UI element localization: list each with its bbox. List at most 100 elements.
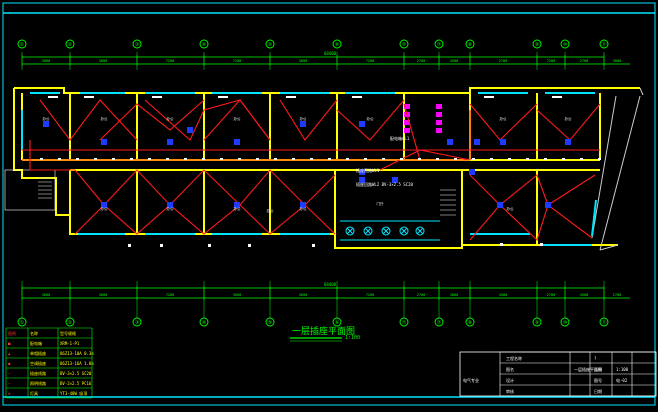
stair-left xyxy=(4,169,56,211)
axis-label: ⑦ xyxy=(402,320,407,326)
corridor-symbol xyxy=(436,158,439,160)
socket-outlet xyxy=(469,169,475,175)
dim-text: 4500 xyxy=(450,59,458,63)
dim-text: 3600 xyxy=(299,59,307,63)
room-label: 办公 xyxy=(500,116,508,121)
legend-cell: ■ xyxy=(8,341,11,346)
axis-label: ④ xyxy=(202,320,207,326)
dim-text: 7200 xyxy=(166,59,174,63)
circuit-wire xyxy=(74,169,205,206)
corridor-symbol xyxy=(364,158,367,160)
legend-cell: 插座线路 xyxy=(30,370,46,376)
room-label: 办公 xyxy=(300,116,308,121)
circuit-wire xyxy=(39,99,138,141)
legend-cell: YT3-40W 吸顶 xyxy=(60,391,87,396)
legend-cell: ⊗ xyxy=(8,391,11,396)
axis-label: ⑦ xyxy=(437,42,442,48)
note-panel: 配电箱AL1 xyxy=(390,135,410,141)
corridor-symbol xyxy=(94,158,97,160)
legend-cell: XRM-1-P1 xyxy=(60,341,80,346)
socket-outlet xyxy=(300,121,306,127)
dim-text: 2700 xyxy=(547,293,555,297)
room-label: 办公 xyxy=(507,206,515,211)
corridor-symbol xyxy=(490,158,493,160)
wall-box xyxy=(484,96,494,98)
legend-cell: — xyxy=(8,371,11,376)
note-circuit-2: 插座回路WL2 BV-3×2.5 SC20 xyxy=(356,181,414,187)
wall-box xyxy=(286,96,296,98)
socket-outlet xyxy=(474,139,480,145)
dim-text: 3000 xyxy=(42,59,50,63)
room-label: 办公 xyxy=(167,116,174,121)
socket-outlet xyxy=(43,121,49,127)
dim-text: 7200 xyxy=(366,293,374,297)
socket-outlet xyxy=(187,127,193,133)
corridor-symbol xyxy=(562,158,565,160)
axis-label: ⑤ xyxy=(268,42,273,48)
wall-box xyxy=(48,96,58,98)
corridor-symbol xyxy=(130,158,133,160)
floor-outlet xyxy=(248,244,251,247)
dim-text: 7200 xyxy=(366,59,374,63)
wall-symbols xyxy=(40,96,601,247)
wall-box xyxy=(152,96,162,98)
corridor-symbol xyxy=(184,158,187,160)
axis-label: ⑨ xyxy=(535,320,540,326)
wall-box xyxy=(218,96,228,98)
legend-table: 图例 名称 型号规格 ■ 配电箱 XRM-1-P1 ▲ 单相插座 86Z13-10A 0.3m ●… xyxy=(5,327,94,399)
axis-label: ⑨ xyxy=(535,42,540,48)
drawing-frame-outer xyxy=(2,2,656,406)
title-block-cell: 图名 xyxy=(506,366,514,372)
axis-label: ⑪ xyxy=(601,319,606,326)
corridor-symbol xyxy=(292,158,295,160)
axis-label: ② xyxy=(68,42,73,48)
legend-cell: 灯具 xyxy=(30,390,38,396)
socket-outlet xyxy=(167,139,173,145)
title-block-cell: 图号 xyxy=(594,377,602,383)
legend-cell: BV-2×2.5 PC16 xyxy=(60,381,92,386)
corridor-symbol xyxy=(454,158,457,160)
title-block-cell: 审核 xyxy=(506,388,514,394)
dim-text: 3600 xyxy=(450,293,458,297)
corridor-symbol xyxy=(346,158,349,160)
walls xyxy=(13,87,644,251)
circuit-wire xyxy=(536,103,601,141)
toilet-stall xyxy=(404,128,410,133)
note-circuit-1: 插座回路WL1 xyxy=(356,167,380,173)
axis-label: ⑧ xyxy=(468,42,473,48)
title-block-cell: 日期 xyxy=(594,388,602,394)
corridor-symbol xyxy=(202,158,205,160)
outlets xyxy=(43,121,571,208)
dim-text: 2700 xyxy=(580,59,588,63)
wall-box xyxy=(352,96,362,98)
socket-outlet xyxy=(234,139,240,145)
legend-cell: ● xyxy=(8,361,11,366)
legend-cell: 照明线路 xyxy=(30,380,46,386)
floor-plan-canvas: ① ② ③ ④ ⑤ ⑥ ⑦ ⑦ ⑧ ⑨ ⑩ ⑪ ① ② ③ ④ ⑤ ⑥ ⑦ ⑦ ⑧ ⑨ ⑩ ⑪ 3000 3600 7200 72… xyxy=(2,2,657,406)
title-block-cell: 设计 xyxy=(506,377,514,383)
socket-outlet xyxy=(447,139,453,145)
legend-cell: ▲ xyxy=(8,351,11,356)
axis-label: ⑩ xyxy=(563,42,568,48)
dim-text: 2700 xyxy=(613,293,621,297)
socket-outlet xyxy=(545,202,551,208)
toilet-stall xyxy=(436,104,442,109)
room-label: 办公 xyxy=(267,208,275,213)
floor-outlet xyxy=(128,244,131,247)
floor-outlet xyxy=(208,244,211,247)
dim-text: 7200 xyxy=(166,293,174,297)
legend-cell: BV-3×2.5 SC20 xyxy=(60,371,92,376)
room-label: 办公 xyxy=(101,206,108,211)
room-label: 办公 xyxy=(300,206,308,211)
circuit-wire xyxy=(469,174,596,206)
title-block-cell: 比例 xyxy=(594,366,602,372)
drawing-scale: 1:100 xyxy=(345,335,360,341)
socket-outlet xyxy=(497,202,503,208)
toilet-fixtures xyxy=(404,104,442,133)
floor-outlet xyxy=(500,243,503,246)
axis-label: ⑩ xyxy=(563,320,568,326)
title-block-cell: 电-02 xyxy=(616,377,628,383)
room-label: 办公 xyxy=(234,116,241,121)
socket-outlet xyxy=(565,139,571,145)
dim-text: 3600 xyxy=(233,293,241,297)
